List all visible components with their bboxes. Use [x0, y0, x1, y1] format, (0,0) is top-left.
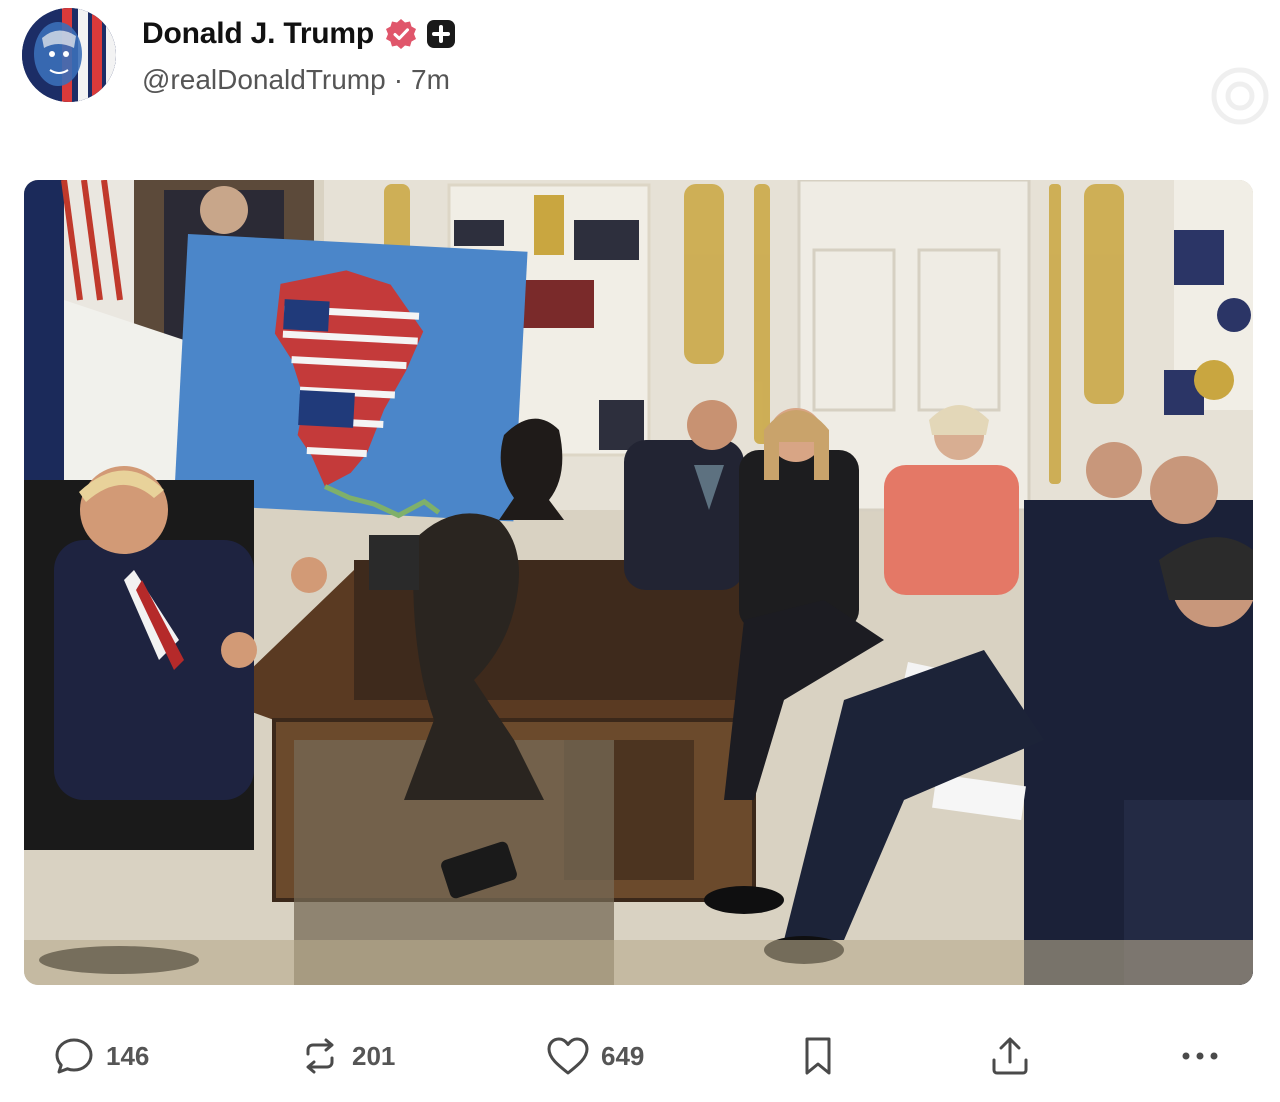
meta-separator: ·	[393, 64, 404, 95]
post-image[interactable]	[24, 180, 1253, 985]
reply-button[interactable]: 146	[52, 1034, 149, 1078]
bookmark-button[interactable]	[798, 1034, 838, 1078]
bookmark-icon	[798, 1034, 838, 1078]
like-button[interactable]: 649	[545, 1034, 644, 1078]
reply-icon	[52, 1034, 96, 1078]
share-icon	[988, 1034, 1032, 1078]
author-meta-row: @realDonaldTrump · 7m	[142, 64, 450, 96]
heart-icon	[545, 1034, 591, 1078]
reply-count: 146	[106, 1040, 150, 1071]
more-options-button[interactable]	[1178, 1034, 1222, 1078]
author-name-row: Donald J. Trump	[142, 14, 456, 54]
repost-button[interactable]: 201	[298, 1034, 395, 1078]
repost-count: 201	[352, 1040, 396, 1071]
watermark-icon	[1210, 66, 1270, 126]
verified-badge-icon	[384, 17, 418, 51]
post-action-bar: 146 201 649	[0, 1026, 1280, 1086]
post-header: Donald J. Trump @realDonaldTrump · 7m	[22, 8, 1258, 108]
author-display-name[interactable]: Donald J. Trump	[142, 17, 374, 51]
share-button[interactable]	[988, 1034, 1032, 1078]
post-timestamp[interactable]: 7m	[411, 64, 450, 96]
plus-badge-icon	[426, 19, 456, 49]
repost-icon	[298, 1034, 342, 1078]
like-count: 649	[601, 1040, 645, 1071]
more-icon	[1178, 1034, 1222, 1078]
author-avatar[interactable]	[22, 8, 116, 102]
author-handle[interactable]: @realDonaldTrump	[142, 64, 386, 96]
